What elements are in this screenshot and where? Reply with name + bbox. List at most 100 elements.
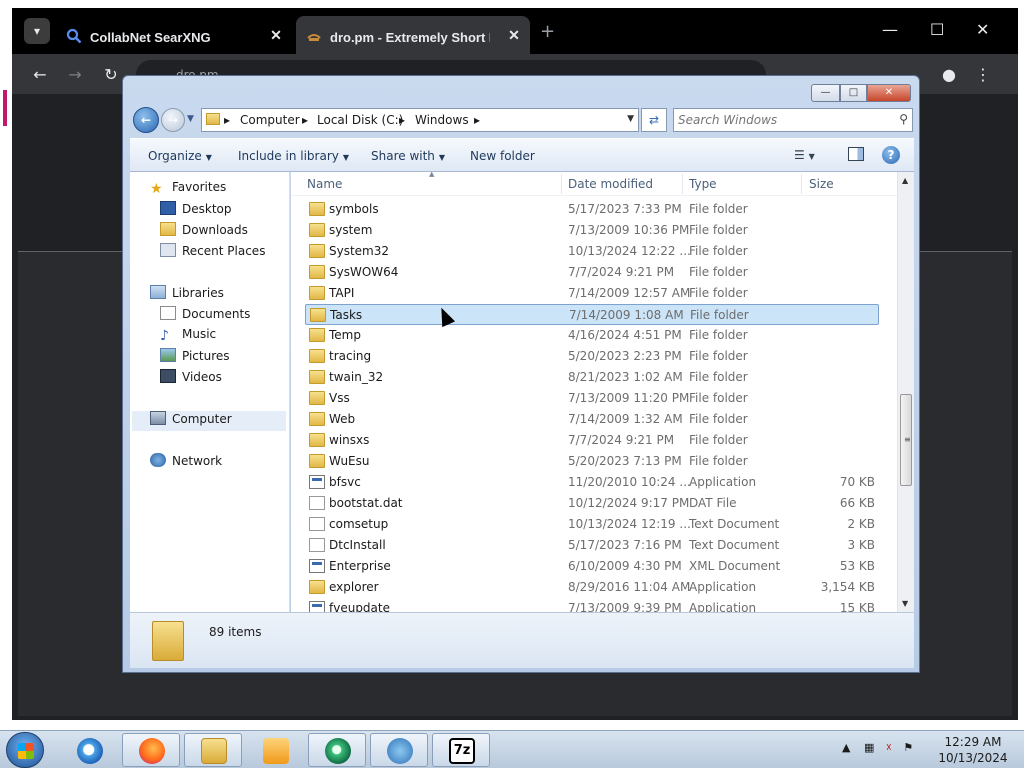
forward-icon[interactable]: → [64, 64, 86, 86]
show-hidden-icons-icon[interactable]: ▲ [842, 741, 850, 754]
file-row[interactable]: winsxs 7/7/2024 9:21 PM File folder [305, 430, 879, 451]
column-size[interactable]: Size [809, 177, 834, 191]
new-folder-button[interactable]: New folder [470, 149, 535, 163]
close-button[interactable]: ✕ [867, 84, 911, 102]
nav-music[interactable]: ♪ Music [160, 327, 216, 347]
taskbar-7zip[interactable]: 7z [432, 733, 490, 767]
tab-dropm[interactable]: dro.pm - Extremely Short Link ✕ [296, 16, 530, 54]
close-window-icon[interactable]: ✕ [976, 20, 989, 39]
nav-downloads[interactable]: Downloads [160, 222, 248, 242]
file-row[interactable]: Enterprise 6/10/2009 4:30 PM XML Document 5… [305, 556, 879, 577]
scroll-up-icon[interactable]: ▲ [902, 176, 908, 185]
search-box[interactable]: ⚲ [673, 108, 913, 132]
breadcrumb-separator[interactable]: ▸ [474, 113, 480, 127]
file-row[interactable]: Temp 4/16/2024 4:51 PM File folder [305, 325, 879, 346]
start-button[interactable] [6, 732, 44, 768]
taskbar-explorer[interactable] [184, 733, 242, 767]
column-date[interactable]: Date modified [568, 177, 653, 191]
file-name: Web [329, 412, 356, 426]
file-row[interactable]: tracing 5/20/2023 2:23 PM File folder [305, 346, 879, 367]
organize-menu[interactable]: Organize ▼ [148, 149, 212, 163]
menu-icon[interactable]: ⋮ [972, 64, 994, 86]
breadcrumb[interactable]: ▸ Computer ▸ Local Disk (C:) ▸ Windows ▸… [201, 108, 639, 132]
file-row[interactable]: Vss 7/13/2009 11:20 PM File folder [305, 388, 879, 409]
breadcrumb-separator[interactable]: ▸ [399, 113, 405, 127]
file-row[interactable]: TAPI 7/14/2009 12:57 AM File folder [305, 283, 879, 304]
back-button[interactable]: ← [133, 107, 159, 133]
flag-icon[interactable]: ⚑ [903, 741, 913, 754]
minimize-icon[interactable]: — [882, 20, 898, 39]
search-input[interactable] [678, 111, 878, 129]
file-row[interactable]: comsetup 10/13/2024 12:19 ... Text Documen… [305, 514, 879, 535]
view-options-icon[interactable]: ☰ ▼ [794, 148, 815, 162]
taskbar-media-player[interactable] [246, 733, 304, 767]
address-dropdown[interactable]: ▼ [627, 114, 634, 124]
nav-computer[interactable]: Computer [132, 411, 286, 431]
nav-desktop[interactable]: Desktop [160, 201, 232, 221]
nav-favorites[interactable]: ★ Favorites [150, 180, 226, 200]
close-icon[interactable]: ✕ [506, 27, 522, 43]
file-row[interactable]: System32 10/13/2024 12:22 ... File folder [305, 241, 879, 262]
help-icon[interactable]: ? [882, 146, 900, 164]
breadcrumb-local-disk[interactable]: Local Disk (C:) [317, 113, 403, 127]
file-row[interactable]: Web 7/14/2009 1:32 AM File folder [305, 409, 879, 430]
action-center-icon[interactable]: ▦ [864, 741, 874, 754]
breadcrumb-windows[interactable]: Windows [415, 113, 469, 127]
share-with-menu[interactable]: Share with ▼ [371, 149, 445, 163]
taskbar-app-round[interactable] [308, 733, 366, 767]
file-row[interactable]: fveupdate 7/13/2009 9:39 PM Application 15 … [305, 598, 879, 612]
nav-network[interactable]: Network [150, 453, 222, 473]
include-in-library-menu[interactable]: Include in library ▼ [238, 149, 349, 163]
taskbar-network-tool[interactable] [370, 733, 428, 767]
column-type[interactable]: Type [689, 177, 717, 191]
maximize-icon[interactable]: ☐ [930, 20, 944, 39]
scroll-down-icon[interactable]: ▼ [902, 599, 908, 608]
nav-pictures[interactable]: Pictures [160, 348, 230, 368]
new-tab-button[interactable]: + [540, 23, 555, 41]
nav-videos[interactable]: Videos [160, 369, 222, 389]
nav-label: Videos [182, 370, 222, 384]
refresh-icon[interactable]: ⇄ [641, 108, 667, 132]
column-divider[interactable] [682, 174, 683, 194]
column-name[interactable]: Name [307, 177, 342, 191]
taskbar-internet-explorer[interactable] [60, 733, 118, 767]
preview-pane-icon[interactable] [848, 147, 864, 161]
breadcrumb-separator[interactable]: ▸ [224, 113, 230, 127]
recent-pages-dropdown[interactable]: ▼ [187, 114, 194, 124]
forward-button[interactable]: → [161, 108, 185, 132]
vertical-scrollbar[interactable]: ▲ ≡ ▼ [897, 172, 914, 612]
maximize-button[interactable]: □ [840, 84, 867, 102]
profile-icon[interactable]: ● [938, 64, 960, 86]
file-row[interactable]: Tasks 7/14/2009 1:08 AM File folder [305, 304, 879, 325]
file-row[interactable]: bfsvc 11/20/2010 10:24 ... Application 70 K… [305, 472, 879, 493]
reload-icon[interactable]: ↻ [100, 64, 122, 86]
file-size: 15 KB [839, 601, 875, 612]
file-row[interactable]: DtcInstall 5/17/2023 7:16 PM Text Document… [305, 535, 879, 556]
tab-search-button[interactable]: ▾ [24, 18, 50, 44]
nav-documents[interactable]: Documents [160, 306, 250, 326]
clock[interactable]: 12:29 AM 10/13/2024 [936, 734, 1010, 766]
nav-libraries[interactable]: Libraries [150, 285, 224, 305]
file-row[interactable]: WuEsu 5/20/2023 7:13 PM File folder [305, 451, 879, 472]
tab-searxng[interactable]: CollabNet SearXNG ✕ [56, 16, 292, 54]
breadcrumb-computer[interactable]: Computer [240, 113, 300, 127]
nav-recent-places[interactable]: Recent Places [160, 243, 265, 263]
edge-marker [3, 90, 7, 126]
breadcrumb-separator[interactable]: ▸ [302, 113, 308, 127]
search-icon[interactable]: ⚲ [899, 112, 908, 126]
minimize-button[interactable]: — [811, 84, 840, 102]
file-row[interactable]: symbols 5/17/2023 7:33 PM File folder [305, 199, 879, 220]
column-divider[interactable] [561, 174, 562, 194]
column-divider[interactable] [801, 174, 802, 194]
taskbar-firefox[interactable] [122, 733, 180, 767]
file-row[interactable]: bootstat.dat 10/12/2024 9:17 PM DAT File 66… [305, 493, 879, 514]
back-icon[interactable]: ← [29, 64, 51, 86]
file-row[interactable]: explorer 8/29/2016 11:04 AM Application 3,1… [305, 577, 879, 598]
file-row[interactable]: twain_32 8/21/2023 1:02 AM File folder [305, 367, 879, 388]
file-row[interactable]: system 7/13/2009 10:36 PM File folder [305, 220, 879, 241]
scroll-thumb[interactable]: ≡ [900, 394, 912, 486]
close-icon[interactable]: ✕ [268, 27, 284, 43]
file-row[interactable]: SysWOW64 7/7/2024 9:21 PM File folder [305, 262, 879, 283]
file-date: 7/13/2009 9:39 PM [568, 601, 682, 612]
volume-muted-icon[interactable]: ☓ [886, 741, 892, 754]
